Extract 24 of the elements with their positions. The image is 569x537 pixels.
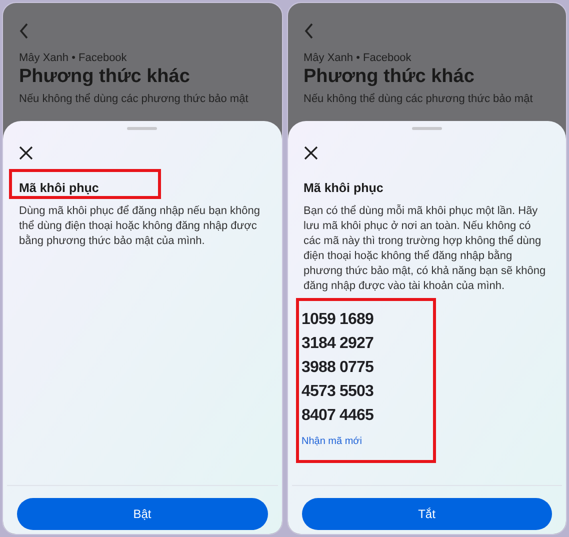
get-new-codes-link[interactable]: Nhận mã mới — [302, 434, 362, 449]
drag-handle[interactable] — [412, 127, 442, 130]
primary-button[interactable]: Bật — [17, 498, 268, 530]
recovery-code: 8407 4465 — [302, 406, 375, 426]
sheet-description: Dùng mã khôi phục để đăng nhập nếu bạn không thể dùng điện thoại hoặc không đăng nhập được bằng phương thức bảo mật của mình. — [19, 204, 261, 249]
close-icon[interactable] — [304, 146, 318, 160]
recovery-code: 1059 1689 — [302, 310, 375, 330]
drag-handle[interactable] — [127, 127, 158, 130]
sheet-title: Mã khôi phục — [304, 181, 384, 195]
recovery-code: 4573 5503 — [302, 382, 375, 402]
page-description: Nếu không thể dùng các phương thức bảo mật — [304, 92, 534, 106]
recovery-code: 3184 2927 — [302, 334, 375, 354]
close-icon[interactable] — [19, 146, 33, 160]
page-title: Phương thức khác — [19, 65, 191, 89]
back-icon[interactable] — [19, 23, 29, 39]
sheet-title: Mã khôi phục — [19, 181, 99, 195]
primary-button[interactable]: Tắt — [302, 498, 552, 530]
breadcrumb: Mây Xanh • Facebook — [304, 51, 412, 65]
recovery-code: 3988 0775 — [302, 358, 375, 378]
back-icon[interactable] — [304, 23, 314, 39]
sheet-description: Bạn có thể dùng mỗi mã khôi phục một lần. Hãy lưu mã khôi phục ở nơi an toàn. Nếu không có các mã này thì trong trường hợp không thể dùng điện thoại hoặc không thể đăng nhập bằng phương thức bảo mật, có khả năng bạn sẽ không đăng nhập được vào tài khoản của mình. — [304, 204, 547, 294]
page-description: Nếu không thể dùng các phương thức bảo mật — [19, 92, 250, 106]
page-title: Phương thức khác — [304, 65, 476, 89]
breadcrumb: Mây Xanh • Facebook — [19, 51, 128, 65]
